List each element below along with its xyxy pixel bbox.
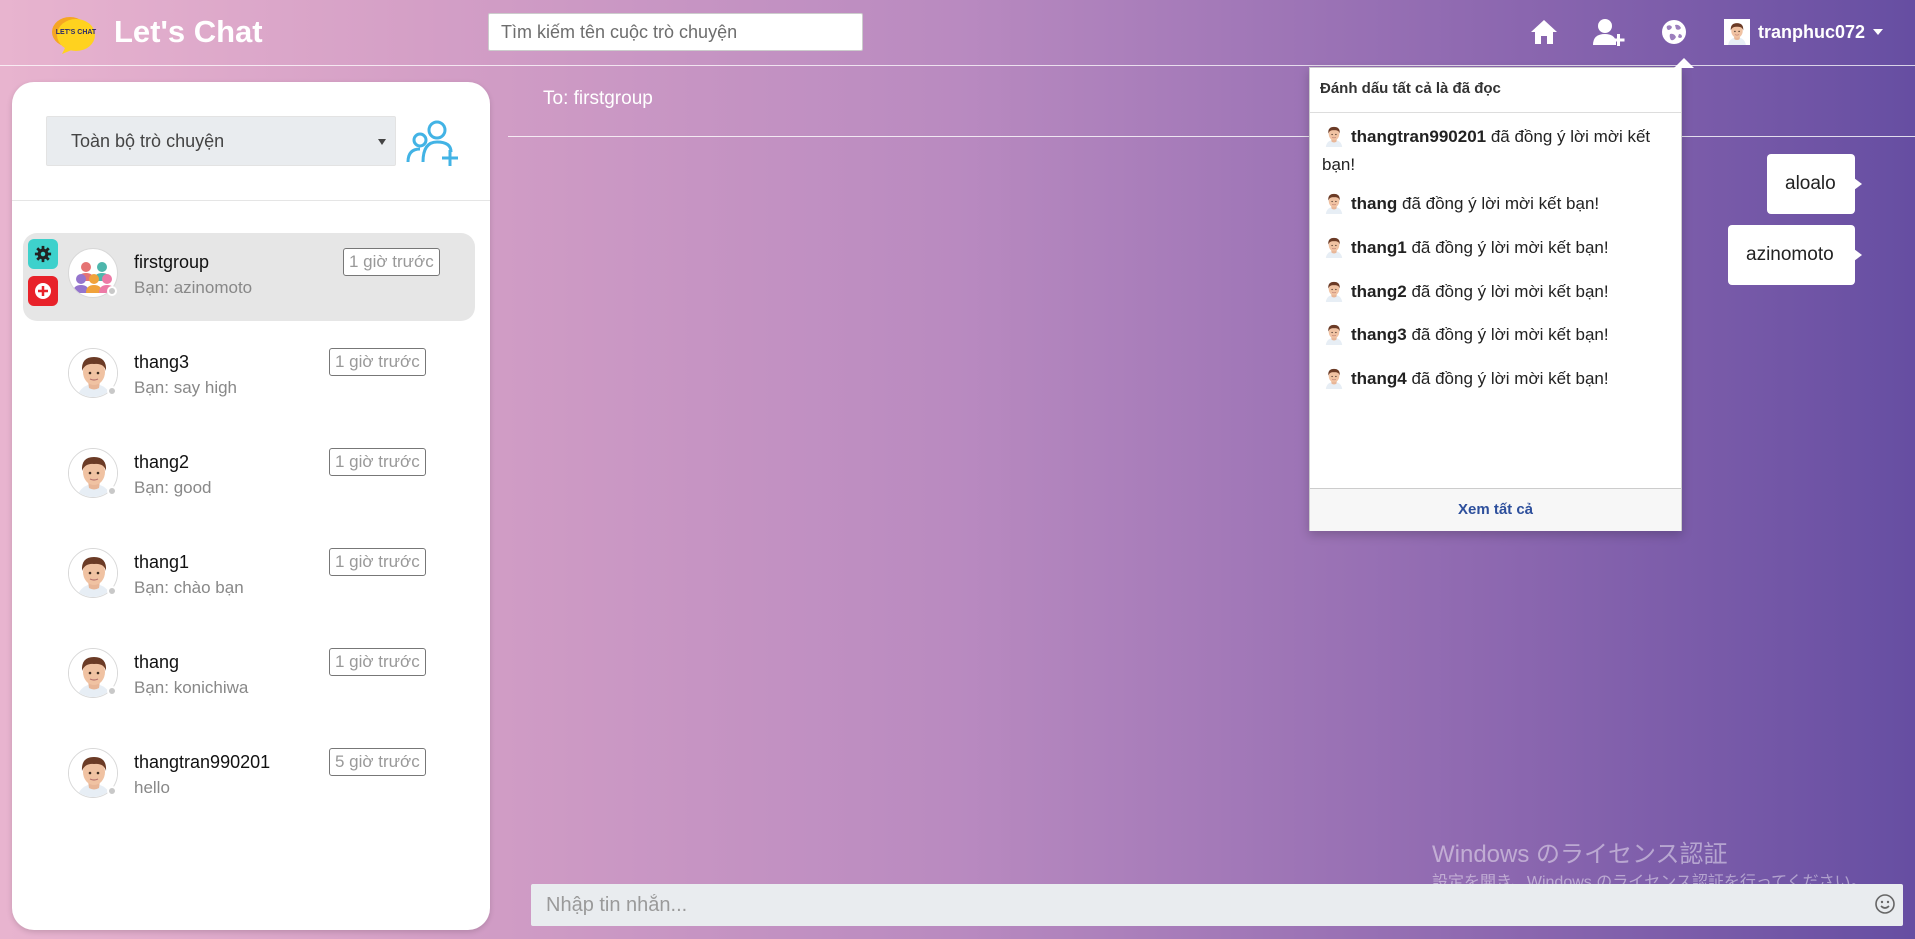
leave-group-button[interactable] [28, 276, 58, 306]
avatar [1322, 320, 1346, 346]
conversation-name: firstgroup [134, 252, 210, 272]
notification-item[interactable]: thang2 đã đồng ý lời mời kết bạn! [1322, 277, 1672, 306]
notification-user: thang [1351, 194, 1398, 213]
leave-group-icon [35, 283, 51, 299]
conversation-time: 1 giờ trước [343, 248, 440, 276]
conversation-preview: Bạn: azinomoto [134, 278, 253, 297]
group-settings-button[interactable] [28, 239, 58, 269]
conversation-name: thang3 [134, 352, 190, 372]
status-dot [107, 486, 117, 496]
status-dot [107, 786, 117, 796]
notification-item[interactable]: thang1 đã đồng ý lời mời kết bạn! [1322, 233, 1672, 262]
home-icon[interactable] [1528, 16, 1560, 48]
conversation-name: thang [134, 652, 180, 672]
add-group-icon[interactable] [406, 118, 460, 166]
message-input[interactable] [531, 884, 1903, 926]
logo-text: LET'S CHAT [56, 29, 97, 36]
view-all-link[interactable]: Xem tất cả [1310, 488, 1681, 531]
status-dot [107, 286, 117, 296]
avatar [1322, 189, 1346, 215]
message-bubble: azinomoto [1728, 225, 1862, 285]
conversation-preview: Bạn: chào bạn [134, 578, 244, 597]
conversation-item-thang2[interactable]: thang2 Bạn: good 1 giờ trước [23, 433, 475, 521]
notification-user: thang1 [1351, 238, 1407, 257]
avatar [1322, 122, 1346, 148]
search-input[interactable] [488, 13, 863, 51]
conversation-time: 1 giờ trước [329, 448, 426, 476]
brand-name[interactable]: Let's Chat [114, 14, 263, 50]
conversation-time: 5 giờ trước [329, 748, 426, 776]
avatar [1322, 364, 1346, 390]
notification-text: đã đồng ý lời mời kết bạn! [1406, 282, 1609, 301]
status-dot [107, 686, 117, 696]
conversation-time: 1 giờ trước [329, 648, 426, 676]
select-arrow-icon [378, 139, 386, 145]
notifications-divider [1310, 112, 1681, 113]
username: tranphuc072 [1758, 21, 1866, 42]
mark-all-read-link[interactable]: Đánh dấu tất cả là đã đọc [1320, 80, 1501, 97]
conversation-sidebar: Toàn bộ trò chuyện firstgroup Bạn: azino… [12, 82, 490, 930]
chevron-down-icon [1873, 29, 1884, 35]
conversation-filter-select[interactable]: Toàn bộ trò chuyện [46, 116, 396, 166]
avatar [1322, 233, 1346, 259]
notification-user: thang4 [1351, 369, 1407, 388]
conversation-item-thang[interactable]: thang Bạn: konichiwa 1 giờ trước [23, 633, 475, 721]
top-navbar: LET'S CHAT Let's Chat tranphuc072 [0, 0, 1915, 66]
notification-user: thang2 [1351, 282, 1407, 301]
app-logo[interactable]: LET'S CHAT [48, 12, 100, 56]
user-avatar [1724, 17, 1750, 47]
conversation-item-thangtran990201[interactable]: thangtran990201 hello 5 giờ trước [23, 733, 475, 821]
notification-item[interactable]: thang4 đã đồng ý lời mời kết bạn! [1322, 364, 1672, 393]
conversation-time: 1 giờ trước [329, 548, 426, 576]
status-dot [107, 586, 117, 596]
emoji-icon[interactable] [1874, 893, 1896, 915]
conversation-item-thang1[interactable]: thang1 Bạn: chào bạn 1 giờ trước [23, 533, 475, 621]
avatar [1322, 277, 1346, 303]
conversation-preview: Bạn: say high [134, 378, 238, 397]
sidebar-divider [12, 200, 490, 201]
notification-text: đã đồng ý lời mời kết bạn! [1397, 194, 1600, 213]
conversation-item-firstgroup[interactable]: firstgroup Bạn: azinomoto 1 giờ trước [23, 233, 475, 321]
conversation-name: thangtran990201 [134, 752, 271, 772]
conversation-preview: Bạn: konichiwa [134, 678, 249, 697]
gear-icon [34, 245, 52, 263]
notifications-dropdown: Đánh dấu tất cả là đã đọc thangtran99020… [1309, 58, 1694, 531]
notification-item[interactable]: thangtran990201 đã đồng ý lời mời kết bạ… [1322, 122, 1672, 179]
notification-user: thang3 [1351, 325, 1407, 344]
windows-watermark-title: Windows のライセンス認証 [1432, 841, 1728, 868]
conversation-item-thang3[interactable]: thang3 Bạn: say high 1 giờ trước [23, 333, 475, 421]
globe-icon[interactable] [1658, 16, 1690, 48]
chat-recipient: To: firstgroup [543, 88, 653, 109]
filter-label: Toàn bộ trò chuyện [71, 130, 225, 151]
notification-text: đã đồng ý lời mời kết bạn! [1406, 325, 1609, 344]
conversation-time: 1 giờ trước [329, 348, 426, 376]
conversation-preview: Bạn: good [134, 478, 212, 497]
notification-user: thangtran990201 [1351, 127, 1487, 146]
user-menu[interactable]: tranphuc072 [1724, 17, 1884, 47]
message-bubble: aloalo [1767, 154, 1862, 214]
status-dot [107, 386, 117, 396]
notification-item[interactable]: thang3 đã đồng ý lời mời kết bạn! [1322, 320, 1672, 349]
chat-divider [508, 136, 1915, 137]
notification-text: đã đồng ý lời mời kết bạn! [1406, 369, 1609, 388]
add-friend-icon[interactable] [1592, 16, 1626, 48]
conversation-preview: hello [134, 778, 170, 797]
notification-item[interactable]: thang đã đồng ý lời mời kết bạn! [1322, 189, 1672, 218]
notification-text: đã đồng ý lời mời kết bạn! [1406, 238, 1609, 257]
conversation-name: thang1 [134, 552, 190, 572]
conversation-name: thang2 [134, 452, 190, 472]
